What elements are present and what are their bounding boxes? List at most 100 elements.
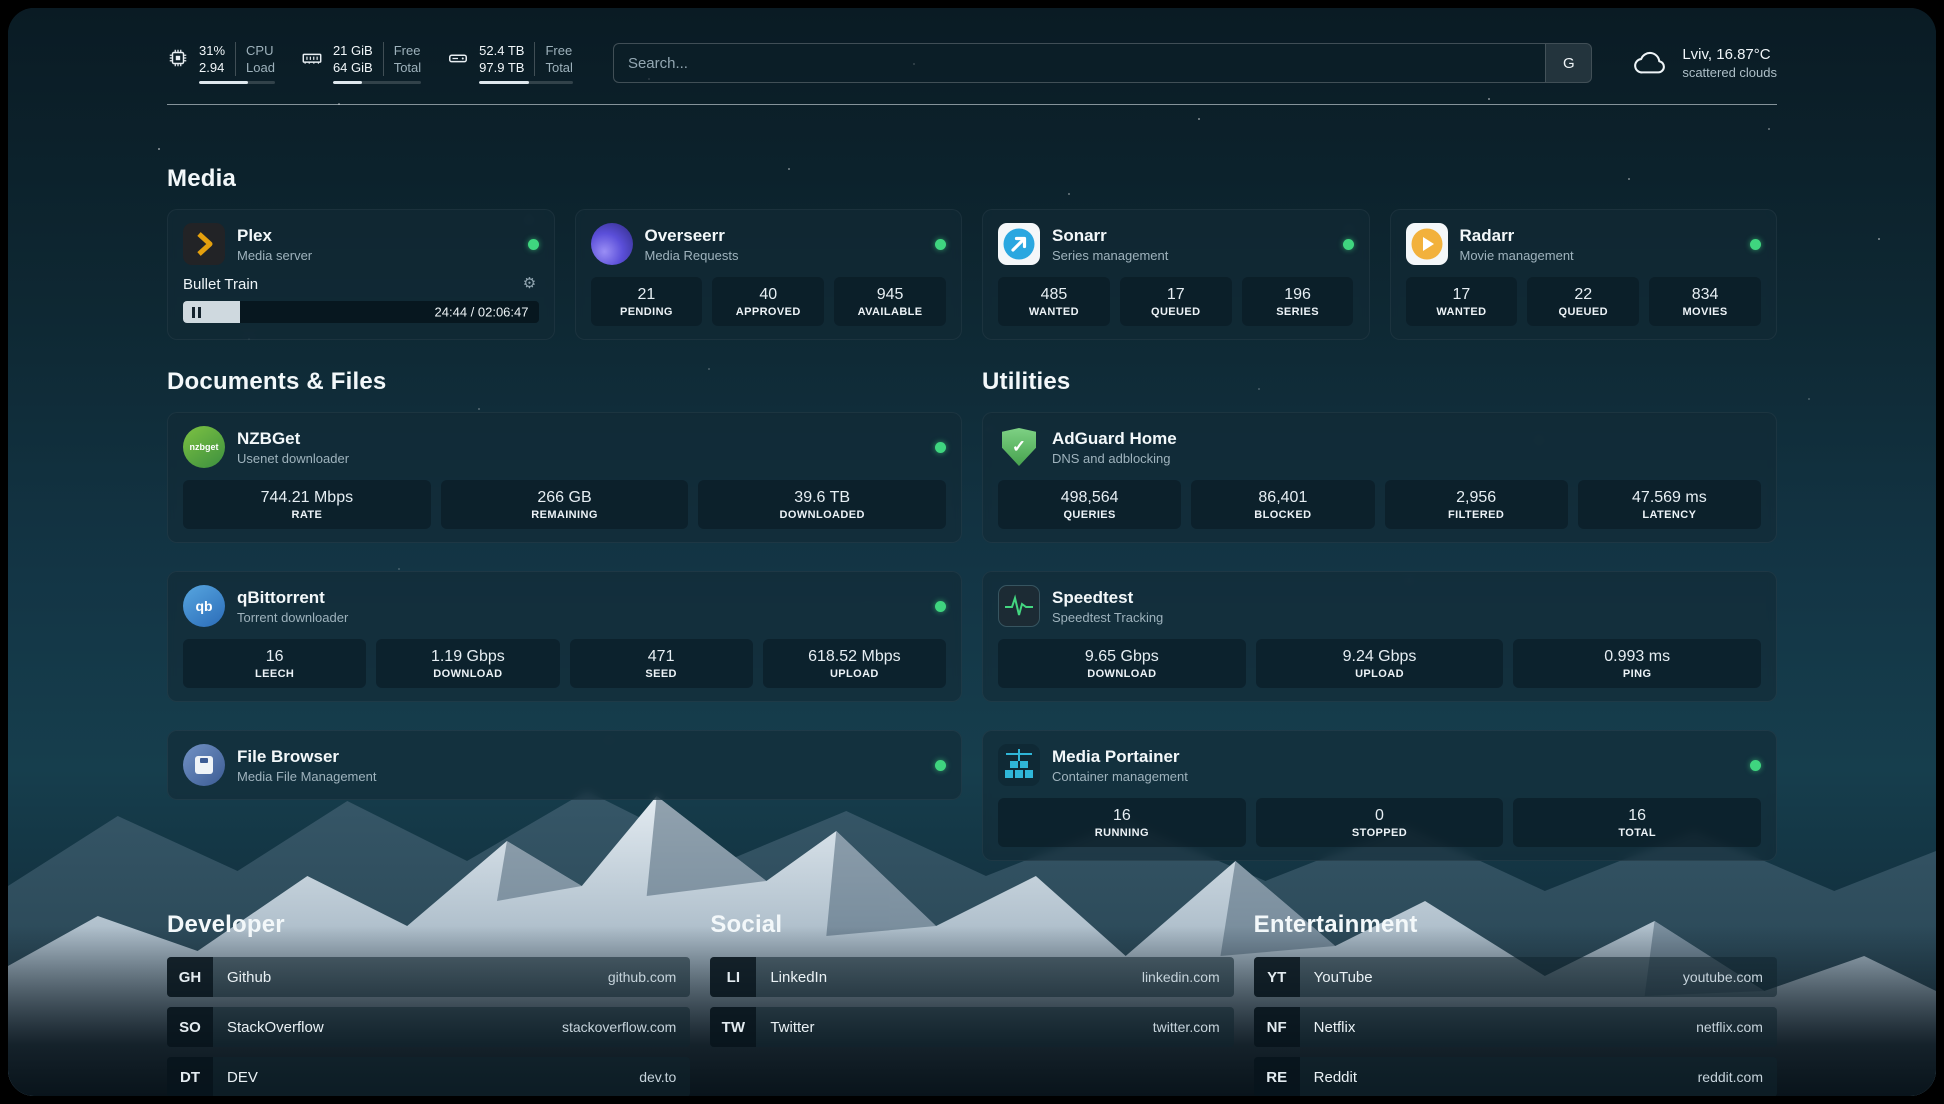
storage-free-label: Free (545, 42, 572, 59)
stat-box: 0 STOPPED (1256, 798, 1504, 847)
stat-label: STOPPED (1260, 827, 1500, 839)
playback-progress-bar[interactable]: 24:44 / 02:06:47 (183, 301, 539, 323)
app-stats: 16 RUNNING 0 STOPPED 16 TOTAL (998, 798, 1761, 847)
stat-value: 17 (1124, 285, 1228, 304)
settings-gear-icon[interactable]: ⚙ (521, 275, 539, 293)
stat-box: 86,401 BLOCKED (1191, 480, 1374, 529)
section-title-developer: Developer (167, 911, 690, 939)
stat-label: UPLOAD (1260, 668, 1500, 680)
stat-label: APPROVED (716, 306, 820, 318)
cpu-load-label: Load (246, 59, 275, 76)
bookmark-stackoverflow[interactable]: SO StackOverflow stackoverflow.com (167, 1007, 690, 1047)
bookmark-reddit[interactable]: RE Reddit reddit.com (1254, 1057, 1777, 1096)
status-indicator (1750, 760, 1761, 771)
adguard-app-link[interactable]: ✓ AdGuard Home DNS and adblocking (998, 426, 1761, 468)
nzbget-app-link[interactable]: nzbget NZBGet Usenet downloader (183, 426, 946, 468)
nzbget-icon: nzbget (183, 426, 225, 468)
stat-value: 22 (1531, 285, 1635, 304)
stat-box: 834 MOVIES (1649, 277, 1761, 326)
stat-label: TOTAL (1517, 827, 1757, 839)
stat-value: 40 (716, 285, 820, 304)
memory-stats-widget: 21 GiB 64 GiB Free Total (301, 42, 421, 84)
speedtest-app-link[interactable]: Speedtest Speedtest Tracking (998, 585, 1761, 627)
stat-box: 498,564 QUERIES (998, 480, 1181, 529)
app-name: Sonarr (1052, 226, 1168, 246)
bookmark-url: linkedin.com (1142, 969, 1220, 985)
stat-value: 471 (574, 647, 749, 666)
filebrowser-app-link[interactable]: File Browser Media File Management (183, 744, 946, 786)
app-stats: 9.65 Gbps DOWNLOAD 9.24 Gbps UPLOAD 0.99… (998, 639, 1761, 688)
stat-box: 17 QUEUED (1120, 277, 1232, 326)
bookmark-abbr: DT (167, 1057, 213, 1096)
stat-label: WANTED (1002, 306, 1106, 318)
bookmark-dev[interactable]: DT DEV dev.to (167, 1057, 690, 1096)
radarr-app-link[interactable]: Radarr Movie management (1406, 223, 1762, 265)
bookmark-abbr: GH (167, 957, 213, 997)
search-input[interactable] (614, 44, 1545, 82)
bookmark-abbr: YT (1254, 957, 1300, 997)
stat-box: 471 SEED (570, 639, 753, 688)
sonarr-icon (998, 223, 1040, 265)
stat-box: 17 WANTED (1406, 277, 1518, 326)
section-title-media: Media (167, 165, 1777, 193)
stat-value: 17 (1410, 285, 1514, 304)
now-playing-row: Bullet Train ⚙ (183, 275, 539, 293)
stat-label: PENDING (595, 306, 699, 318)
bookmark-linkedin[interactable]: LI LinkedIn linkedin.com (710, 957, 1233, 997)
stat-box: 945 AVAILABLE (834, 277, 946, 326)
qbittorrent-app-link[interactable]: qb qBittorrent Torrent downloader (183, 585, 946, 627)
app-description: DNS and adblocking (1052, 451, 1177, 466)
bookmark-name: Github (227, 969, 271, 986)
cpu-label: CPU (246, 42, 275, 59)
search-engine-button[interactable]: G (1545, 44, 1591, 82)
stat-value: 0.993 ms (1517, 647, 1757, 666)
app-name: Speedtest (1052, 588, 1163, 608)
stat-label: QUERIES (1002, 509, 1177, 521)
stat-value: 16 (187, 647, 362, 666)
section-title-utilities: Utilities (982, 368, 1777, 396)
bookmark-url: youtube.com (1683, 969, 1763, 985)
stat-value: 266 GB (445, 488, 685, 507)
stat-box: 16 TOTAL (1513, 798, 1761, 847)
speedtest-icon (998, 585, 1040, 627)
status-indicator (1750, 239, 1761, 250)
radarr-icon (1406, 223, 1448, 265)
bookmark-url: netflix.com (1696, 1019, 1763, 1035)
stat-label: DOWNLOAD (1002, 668, 1242, 680)
bookmark-twitter[interactable]: TW Twitter twitter.com (710, 1007, 1233, 1047)
stat-box: 16 RUNNING (998, 798, 1246, 847)
stat-box: 744.21 Mbps RATE (183, 480, 431, 529)
bookmark-url: twitter.com (1153, 1019, 1220, 1035)
utilities-column: ✓ AdGuard Home DNS and adblocking 498,56… (982, 412, 1777, 861)
app-card-portainer: Media Portainer Container management 16 … (982, 730, 1777, 861)
app-card-adguard: ✓ AdGuard Home DNS and adblocking 498,56… (982, 412, 1777, 543)
stat-value: 498,564 (1002, 488, 1177, 507)
plex-icon (183, 223, 225, 265)
plex-app-link[interactable]: Plex Media server (183, 223, 539, 265)
stat-value: 1.19 Gbps (380, 647, 555, 666)
sonarr-app-link[interactable]: Sonarr Series management (998, 223, 1354, 265)
stat-label: DOWNLOAD (380, 668, 555, 680)
bookmark-youtube[interactable]: YT YouTube youtube.com (1254, 957, 1777, 997)
stat-label: FILTERED (1389, 509, 1564, 521)
stat-label: BLOCKED (1195, 509, 1370, 521)
bookmark-netflix[interactable]: NF Netflix netflix.com (1254, 1007, 1777, 1047)
bookmark-github[interactable]: GH Github github.com (167, 957, 690, 997)
app-card-filebrowser: File Browser Media File Management (167, 730, 962, 800)
portainer-icon (998, 744, 1040, 786)
overseerr-app-link[interactable]: Overseerr Media Requests (591, 223, 947, 265)
portainer-app-link[interactable]: Media Portainer Container management (998, 744, 1761, 786)
app-description: Container management (1052, 769, 1188, 784)
bookmarks-social: Social LI LinkedIn linkedin.com TW Twitt… (710, 911, 1233, 1096)
app-description: Media server (237, 248, 312, 263)
bookmark-abbr: SO (167, 1007, 213, 1047)
stat-label: DOWNLOADED (702, 509, 942, 521)
bookmark-name: Reddit (1314, 1069, 1357, 1086)
stat-value: 485 (1002, 285, 1106, 304)
media-grid: Plex Media server Bullet Train ⚙ 24:44 /… (167, 209, 1777, 340)
pause-button[interactable] (192, 301, 201, 323)
cpu-usage-bar (199, 81, 275, 84)
header-divider (167, 104, 1777, 105)
stat-value: 196 (1246, 285, 1350, 304)
app-card-speedtest: Speedtest Speedtest Tracking 9.65 Gbps D… (982, 571, 1777, 702)
